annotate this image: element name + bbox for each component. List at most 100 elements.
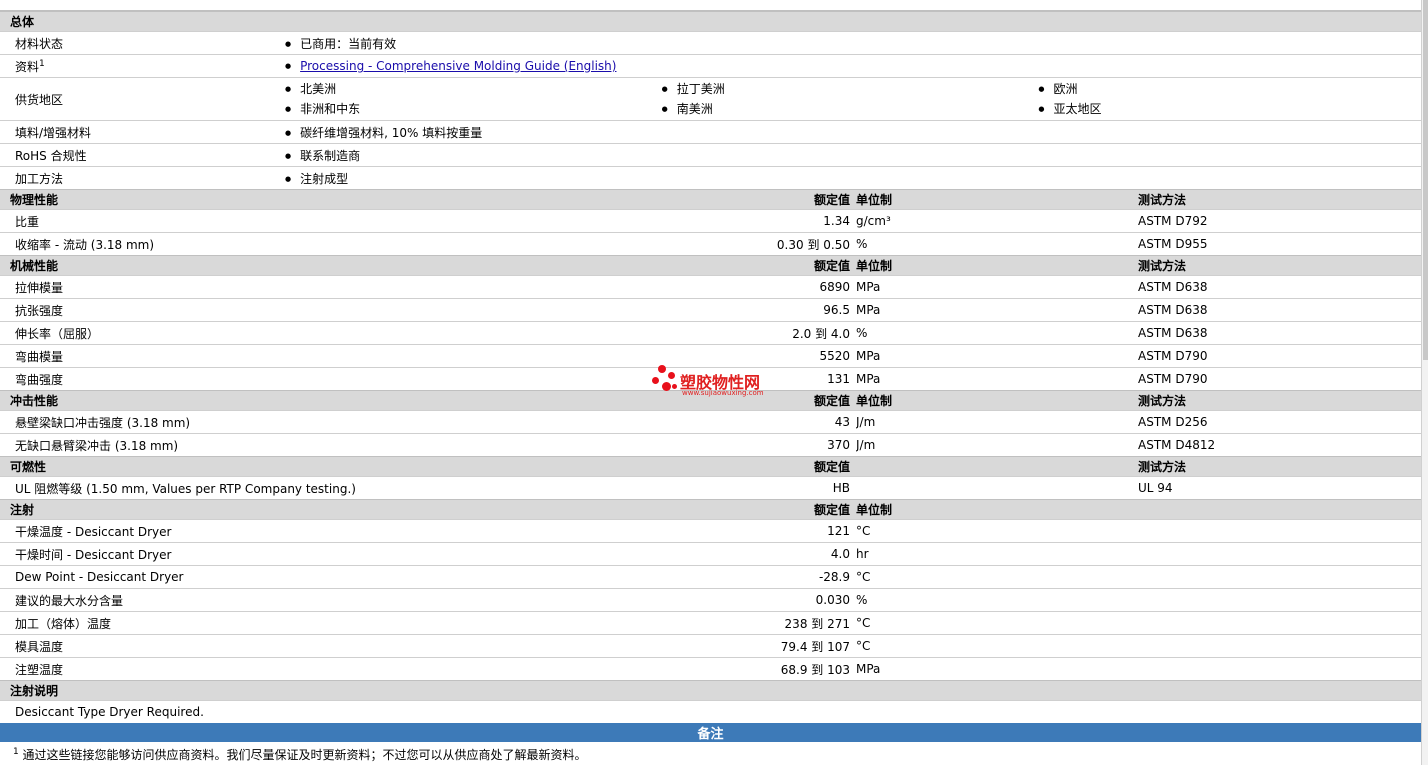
method-header-cell [1138,499,1422,520]
property-row: 无缺口悬臂梁冲击 (3.18 mm) 370 J/m ASTM D4812 [0,433,1422,457]
units-header-cell: 单位制 [856,255,1138,276]
units-header: 单位制 [856,503,893,517]
region-column: 拉丁美洲南美洲 [662,79,1039,119]
general-label: 材料状态 [15,36,64,51]
section-title-cell: 注射 [0,499,663,520]
property-label: 干燥温度 - Desiccant Dryer [0,519,663,543]
property-row: 抗张强度 96.5 MPa ASTM D638 [0,298,1422,322]
units-header: 单位制 [856,193,893,207]
region-item: 北美洲 [285,79,662,99]
property-value: 43 [663,410,856,434]
test-method [1138,634,1422,658]
general-label: 加工方法 [15,171,64,186]
property-value: 0.030 [663,588,856,612]
property-unit [856,476,1138,500]
region-item: 非洲和中东 [285,99,662,119]
test-method: UL 94 [1138,476,1422,500]
property-label: 弯曲强度 [0,367,663,391]
property-unit: °C [856,611,1138,635]
test-method: ASTM D790 [1138,367,1422,391]
general-value: 已商用：当前有效 [300,36,397,51]
property-label: 抗张强度 [0,298,663,322]
test-method: ASTM D638 [1138,275,1422,299]
footnote-row: 1 通过这些链接您能够访问供应商资料。我们尽量保证及时更新资料；不过您可以从供应… [0,742,1421,766]
general-value-cell: 已商用：当前有效 [285,31,1422,55]
general-value-cell: 北美洲非洲和中东拉丁美洲南美洲欧洲亚太地区 [285,77,1422,121]
bullet-item: 碳纤维增强材料, 10% 填料按重量 [285,126,482,140]
general-row: 资料1 Processing - Comprehensive Molding Gu… [0,54,1422,78]
property-value: 0.30 到 0.50 [663,232,856,256]
property-row: 加工（熔体）温度 238 到 271 °C [0,611,1422,635]
section-header: 物理性能 额定值 单位制 测试方法 [0,189,1422,210]
general-row: 填料/增强材料 碳纤维增强材料, 10% 填料按重量 [0,120,1422,144]
general-label: 填料/增强材料 [15,125,92,140]
method-header: 测试方法 [1138,259,1187,273]
general-value-cell: 注射成型 [285,166,1422,190]
test-method [1138,519,1422,543]
property-row: 收缩率 - 流动 (3.18 mm) 0.30 到 0.50% ASTM D955 [0,232,1422,256]
property-row: 悬壁梁缺口冲击强度 (3.18 mm) 43 J/m ASTM D256 [0,410,1422,434]
property-value: 68.9 到 103 [663,657,856,681]
property-row: 建议的最大水分含量 0.030% [0,588,1422,612]
section-title: 可燃性 [10,460,47,474]
units-header-cell: 单位制 [856,390,1138,411]
property-unit: MPa [856,275,1138,299]
property-unit: J/m [856,410,1138,434]
test-method: ASTM D638 [1138,321,1422,345]
watermark-dot [672,384,677,389]
property-label: 悬壁梁缺口冲击强度 (3.18 mm) [0,410,663,434]
region-name: 拉丁美洲 [676,82,725,96]
section-title: 物理性能 [10,193,59,207]
vertical-scrollbar[interactable] [1421,0,1428,765]
region-item: 拉丁美洲 [662,79,1039,99]
test-method [1138,657,1422,681]
region-name: 北美洲 [300,82,337,96]
general-row: RoHS 合规性 联系制造商 [0,143,1422,167]
footnote-marker: 1 [39,58,45,69]
test-method: ASTM D792 [1138,209,1422,233]
general-label-cell: RoHS 合规性 [0,143,285,167]
general-label-cell: 材料状态 [0,31,285,55]
property-row: UL 阻燃等级 (1.50 mm, Values per RTP Company… [0,476,1422,500]
watermark-dot [668,372,675,379]
property-unit: °C [856,519,1138,543]
general-value-cell: Processing - Comprehensive Molding Guide… [285,54,1422,78]
property-value: -28.9 [663,565,856,589]
test-method: ASTM D955 [1138,232,1422,256]
general-label-cell: 填料/增强材料 [0,120,285,144]
region-item: 南美洲 [662,99,1039,119]
general-value: 注射成型 [300,171,349,186]
watermark-url: www.sujiaowuxing.com [682,389,764,397]
test-method: ASTM D256 [1138,410,1422,434]
section-title: 总体 [0,11,1422,32]
scrollbar-thumb[interactable] [1423,0,1428,360]
property-label: 无缺口悬臂梁冲击 (3.18 mm) [0,433,663,457]
method-header-cell: 测试方法 [1138,456,1422,477]
bullet-item: 注射成型 [285,172,348,186]
property-unit: MPa [856,298,1138,322]
section-header: 可燃性 额定值 测试方法 [0,456,1422,477]
section-title-cell: 冲击性能 [0,390,663,411]
region-name: 亚太地区 [1053,102,1102,116]
nominal-header: 额定值 [663,189,856,210]
footnote-cell: 1 通过这些链接您能够访问供应商资料。我们尽量保证及时更新资料；不过您可以从供应… [0,742,1421,766]
section-title: 注射 [10,503,35,517]
property-unit: g/cm³ [856,209,1138,233]
property-unit: % [856,232,1138,256]
property-row: 伸长率（屈服） 2.0 到 4.0% ASTM D638 [0,321,1422,345]
property-label: 拉伸模量 [0,275,663,299]
general-label-cell: 供货地区 [0,77,285,121]
watermark-dot [652,377,659,384]
notes-bar-title: 备注 [0,723,1422,742]
test-method [1138,611,1422,635]
test-method [1138,565,1422,589]
general-label-cell: 资料1 [0,54,285,78]
property-value: 1.34 [663,209,856,233]
molding-guide-link[interactable]: Processing - Comprehensive Molding Guide… [300,59,616,73]
method-header-cell: 测试方法 [1138,390,1422,411]
region-item: 亚太地区 [1038,99,1415,119]
general-label: 资料 [15,59,40,74]
units-header: 单位制 [856,394,893,408]
property-value: 2.0 到 4.0 [663,321,856,345]
property-value: 238 到 271 [663,611,856,635]
